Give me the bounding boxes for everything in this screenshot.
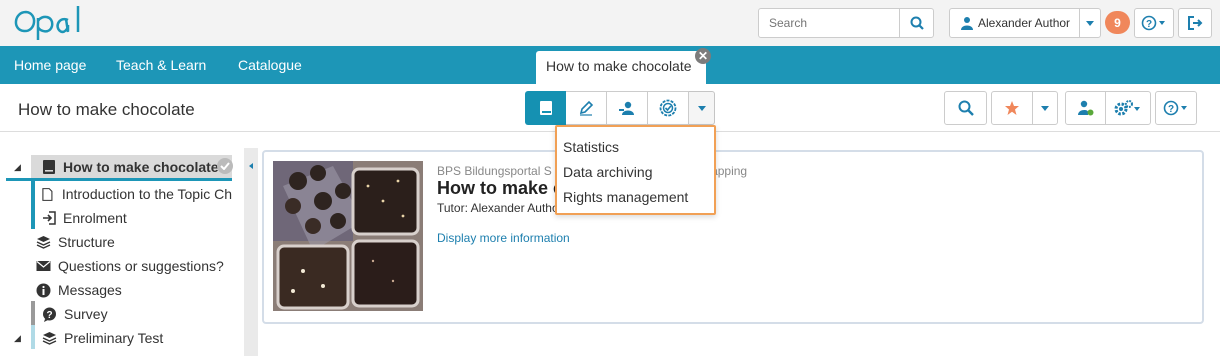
search-input[interactable] (759, 9, 899, 37)
tree-branch-marker (31, 325, 35, 349)
user-name: Alexander Author (977, 16, 1071, 30)
course-view-button[interactable] (525, 91, 566, 125)
layers-icon (42, 332, 57, 345)
members-icon (619, 101, 634, 115)
favorite-button[interactable] (991, 91, 1058, 125)
caret-down-icon (697, 105, 706, 111)
course-tutor: Tutor: Alexander Autho (437, 201, 559, 215)
logout-icon (1188, 16, 1203, 30)
tree-item-structure[interactable]: Structure (36, 230, 115, 254)
info-icon (36, 283, 51, 297)
provider-text: BPS Bildungsportal S (437, 164, 552, 178)
book-icon (539, 101, 552, 115)
tree-item-label: How to make chocolate (63, 159, 219, 175)
user-caret-button[interactable] (1079, 9, 1100, 37)
svg-text:?: ? (46, 310, 52, 321)
nav-catalogue[interactable]: Catalogue (238, 57, 302, 73)
close-tab-icon[interactable]: ✕ (695, 48, 711, 64)
sidebar-collapse-handle[interactable] (244, 148, 258, 356)
tree-item-label: Structure (58, 234, 115, 250)
layers-icon (36, 236, 51, 249)
tree-item-label: Messages (58, 282, 122, 298)
course-actions-group (1065, 91, 1151, 125)
search-icon (910, 16, 924, 30)
course-settings-button[interactable] (1106, 92, 1150, 124)
tab-course[interactable]: How to make chocolate ✕ (536, 48, 711, 84)
favorite-caret-button[interactable] (1032, 92, 1057, 124)
tree-item-label: Survey (64, 306, 108, 322)
tree-item-introduction[interactable]: Introduction to the Topic Ch (42, 182, 232, 206)
notification-badge[interactable]: 9 (1105, 11, 1130, 34)
gears-icon (1114, 100, 1140, 116)
assessment-button[interactable] (648, 91, 689, 125)
search-button[interactable] (899, 9, 933, 37)
tree-toggle[interactable]: ◢ (14, 326, 21, 350)
page-title: How to make chocolate (18, 100, 195, 119)
check-icon (217, 158, 233, 174)
logout-button[interactable] (1178, 8, 1212, 38)
members-button[interactable] (607, 91, 648, 125)
star-icon (1005, 101, 1019, 115)
course-help-button[interactable]: ? (1155, 91, 1197, 125)
tab-course-label: How to make chocolate (546, 58, 692, 74)
envelope-icon (36, 261, 51, 271)
svg-text:?: ? (1168, 104, 1174, 115)
tree-item-label: Enrolment (63, 210, 127, 226)
course-search-button[interactable] (944, 91, 987, 125)
sign-in-icon (43, 211, 56, 225)
caret-left-icon (249, 163, 253, 169)
nav-home-page[interactable]: Home page (14, 57, 86, 73)
tree-toggle[interactable]: ◢ (14, 155, 21, 179)
tree-item-course-root[interactable]: How to make chocolate (42, 155, 232, 179)
course-title: How to make c (437, 178, 564, 198)
tree-item-survey[interactable]: ? Survey (42, 302, 108, 326)
tree-item-enrolment[interactable]: Enrolment (42, 206, 127, 230)
tree-active-branch (31, 181, 35, 229)
more-tools-dropdown-button[interactable] (689, 91, 715, 125)
top-bar: Alexander Author 9 ? (0, 0, 1220, 46)
tree-item-label: Introduction to the Topic Ch (61, 186, 232, 202)
caret-down-icon (1041, 105, 1049, 111)
help-menu-button[interactable]: ? (1134, 8, 1174, 38)
tree-item-messages[interactable]: Messages (36, 278, 122, 302)
display-more-information-link[interactable]: Display more information (437, 231, 570, 245)
user-settings-icon (1077, 100, 1093, 116)
help-icon: ? (1141, 15, 1165, 31)
tree-item-label: Questions or suggestions? (58, 258, 224, 274)
tree-item-questions[interactable]: Questions or suggestions? (36, 254, 224, 278)
user-icon (960, 17, 973, 30)
user-menu-button[interactable]: Alexander Author (949, 8, 1101, 38)
tree-item-preliminary-test[interactable]: Preliminary Test (42, 326, 163, 350)
search-box (758, 8, 934, 38)
menu-item-data-archiving[interactable]: Data archiving (563, 164, 653, 180)
svg-text:?: ? (1146, 19, 1152, 30)
menu-item-rights-management[interactable]: Rights management (563, 189, 688, 205)
help-icon: ? (1163, 100, 1187, 116)
book-icon (43, 160, 55, 174)
tools-dropdown-menu: Statistics Data archiving Rights managem… (555, 125, 716, 215)
participant-settings-button[interactable] (1066, 92, 1106, 124)
question-bubble-icon: ? (43, 307, 56, 322)
course-thumbnail (273, 161, 423, 311)
search-icon (958, 100, 974, 116)
menu-item-statistics[interactable]: Statistics (563, 139, 619, 155)
nav-teach-learn[interactable]: Teach & Learn (116, 57, 206, 73)
course-toolbar (525, 91, 715, 125)
pencil-icon (579, 100, 594, 116)
course-editor-button[interactable] (566, 91, 607, 125)
tree-item-label: Preliminary Test (64, 330, 164, 346)
badge-check-icon (659, 99, 677, 117)
tree-branch-marker (31, 301, 35, 325)
caret-down-icon (1086, 20, 1094, 26)
page-icon (42, 187, 53, 201)
opal-logo[interactable] (8, 4, 88, 43)
